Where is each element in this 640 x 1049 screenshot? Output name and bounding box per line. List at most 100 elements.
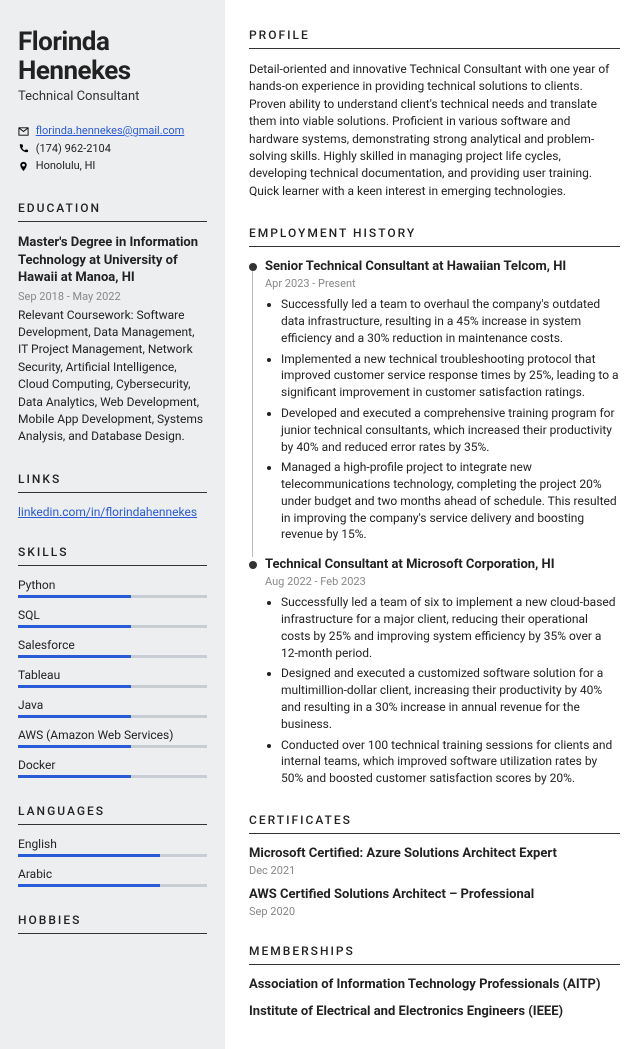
phone-icon <box>18 143 29 154</box>
membership-entry: Institute of Electrical and Electronics … <box>249 1004 620 1019</box>
phone-text: (174) 962-2104 <box>36 142 111 155</box>
job-bullets: Successfully led a team of six to implem… <box>265 594 620 787</box>
divider <box>18 565 207 566</box>
certificate-title: Microsoft Certified: Azure Solutions Arc… <box>249 846 620 861</box>
skill-label: Salesforce <box>18 638 207 652</box>
certificate-title: AWS Certified Solutions Architect – Prof… <box>249 887 620 902</box>
job-bullet: Implemented a new technical troubleshoot… <box>281 351 620 401</box>
timeline-dot-icon <box>249 263 257 271</box>
job-bullet: Designed and executed a customized softw… <box>281 665 620 732</box>
skill-bar <box>18 745 207 748</box>
divider <box>18 933 207 934</box>
divider <box>18 492 207 493</box>
last-name: Hennekes <box>18 56 131 86</box>
certificate-date: Sep 2020 <box>249 905 620 918</box>
profile-text: Detail-oriented and innovative Technical… <box>249 61 620 200</box>
job-entry: Technical Consultant at Microsoft Corpor… <box>249 557 620 787</box>
divider <box>249 964 620 965</box>
skill-bar <box>18 775 207 778</box>
job-title: Technical Consultant <box>18 89 207 104</box>
resume-page: Florinda Hennekes Technical Consultant f… <box>0 0 640 1049</box>
email-link[interactable]: florinda.hennekes@gmail.com <box>36 124 185 137</box>
memberships-heading: MEMBERSHIPS <box>249 944 620 958</box>
skill-bar <box>18 685 207 688</box>
skill-bar <box>18 854 207 857</box>
skills-heading: SKILLS <box>18 545 207 559</box>
job-title: Technical Consultant at Microsoft Corpor… <box>265 557 620 572</box>
education-degree: Master's Degree in Information Technolog… <box>18 234 207 287</box>
timeline-line <box>252 271 253 557</box>
skill-label: Python <box>18 578 207 592</box>
skill-bar-fill <box>18 775 131 778</box>
certificates-list: Microsoft Certified: Azure Solutions Arc… <box>249 846 620 918</box>
timeline-dot-icon <box>249 561 257 569</box>
skill-bar-fill <box>18 685 131 688</box>
email-icon <box>18 126 29 137</box>
skill-label: AWS (Amazon Web Services) <box>18 728 207 742</box>
divider <box>18 824 207 825</box>
divider <box>249 48 620 49</box>
skill-item: Tableau <box>18 668 207 688</box>
skill-item: Docker <box>18 758 207 778</box>
education-heading: EDUCATION <box>18 201 207 215</box>
skill-label: Docker <box>18 758 207 772</box>
skill-bar-fill <box>18 655 131 658</box>
membership-entry: Association of Information Technology Pr… <box>249 977 620 992</box>
job-title: Senior Technical Consultant at Hawaiian … <box>265 259 620 274</box>
skill-bar-fill <box>18 625 131 628</box>
contact-email-row: florinda.hennekes@gmail.com <box>18 122 207 140</box>
skills-list: Python SQL Salesforce Tableau Java AWS (Amazo… <box>18 578 207 778</box>
jobs-list: Senior Technical Consultant at Hawaiian … <box>249 259 620 787</box>
profile-heading: PROFILE <box>249 28 620 42</box>
job-dates: Apr 2023 - Present <box>265 277 620 290</box>
contact-block: florinda.hennekes@gmail.com (174) 962-21… <box>18 122 207 175</box>
skill-item: Java <box>18 698 207 718</box>
hobbies-heading: HOBBIES <box>18 913 207 927</box>
job-dates: Aug 2022 - Feb 2023 <box>265 575 620 588</box>
divider <box>18 221 207 222</box>
job-bullet: Managed a high-profile project to integr… <box>281 459 620 543</box>
skill-bar <box>18 884 207 887</box>
location-icon <box>18 161 29 172</box>
job-bullet: Conducted over 100 technical training se… <box>281 737 620 787</box>
skill-item: SQL <box>18 608 207 628</box>
skill-item: Salesforce <box>18 638 207 658</box>
skill-item: Python <box>18 578 207 598</box>
skill-label: Arabic <box>18 867 207 881</box>
certificate-date: Dec 2021 <box>249 864 620 877</box>
contact-phone-row: (174) 962-2104 <box>18 140 207 158</box>
name: Florinda Hennekes <box>18 28 207 85</box>
certificate-entry: AWS Certified Solutions Architect – Prof… <box>249 887 620 918</box>
skill-bar <box>18 595 207 598</box>
main-column: PROFILE Detail-oriented and innovative T… <box>225 0 640 1049</box>
contact-location-row: Honolulu, HI <box>18 157 207 175</box>
languages-heading: LANGUAGES <box>18 804 207 818</box>
divider <box>249 246 620 247</box>
sidebar: Florinda Hennekes Technical Consultant f… <box>0 0 225 1049</box>
memberships-list: Association of Information Technology Pr… <box>249 977 620 1019</box>
skill-label: Java <box>18 698 207 712</box>
certificates-heading: CERTIFICATES <box>249 813 620 827</box>
employment-heading: EMPLOYMENT HISTORY <box>249 226 620 240</box>
first-name: Florinda <box>18 27 109 57</box>
skill-bar-fill <box>18 715 131 718</box>
links-heading: LINKS <box>18 472 207 486</box>
job-entry: Senior Technical Consultant at Hawaiian … <box>249 259 620 543</box>
skill-bar <box>18 655 207 658</box>
skill-label: English <box>18 837 207 851</box>
skill-item: English <box>18 837 207 857</box>
job-bullet: Successfully led a team of six to implem… <box>281 594 620 661</box>
education-desc: Relevant Coursework: Software Developmen… <box>18 307 207 446</box>
skill-label: Tableau <box>18 668 207 682</box>
skill-bar <box>18 715 207 718</box>
job-bullets: Successfully led a team to overhaul the … <box>265 296 620 543</box>
skill-bar-fill <box>18 854 160 857</box>
education-dates: Sep 2018 - May 2022 <box>18 290 207 303</box>
skill-item: Arabic <box>18 867 207 887</box>
skill-bar-fill <box>18 884 160 887</box>
linkedin-link[interactable]: linkedin.com/in/florindahennekes <box>18 505 197 519</box>
skill-bar-fill <box>18 745 131 748</box>
skill-bar <box>18 625 207 628</box>
certificate-entry: Microsoft Certified: Azure Solutions Arc… <box>249 846 620 877</box>
divider <box>249 833 620 834</box>
